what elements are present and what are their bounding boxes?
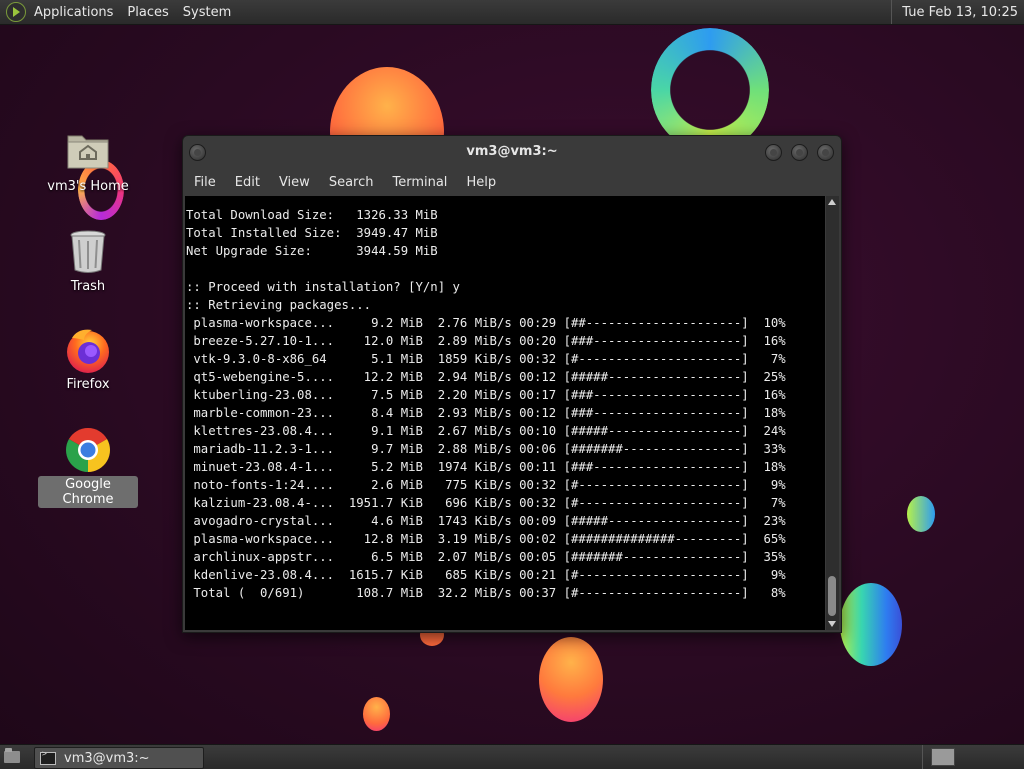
bottom-panel: vm3@vm3:~	[0, 744, 1024, 769]
clock[interactable]: Tue Feb 13, 10:25	[891, 0, 1024, 24]
top-panel: Applications Places System Tue Feb 13, 1…	[0, 0, 1024, 25]
terminal-line: ktuberling-23.08... 7.5 MiB 2.20 MiB/s 0…	[186, 388, 786, 402]
desktop-icon-home[interactable]: vm3's Home	[38, 128, 138, 195]
menu-view[interactable]: View	[279, 175, 310, 190]
wallpaper-blue-blob-large	[840, 583, 902, 666]
top-panel-menus: Applications Places System	[0, 0, 245, 24]
wallpaper-orange-blob-tiny	[363, 697, 390, 731]
terminal-icon	[40, 749, 56, 765]
close-button[interactable]	[817, 144, 834, 161]
terminal-line: :: Retrieving packages...	[186, 298, 372, 312]
trash-icon	[64, 228, 112, 276]
terminal-line: klettres-23.08.4... 9.1 MiB 2.67 MiB/s 0…	[186, 424, 786, 438]
desktop-icon-trash[interactable]: Trash	[38, 228, 138, 295]
menu-file[interactable]: File	[194, 175, 216, 190]
firefox-icon	[64, 326, 112, 374]
terminal-line: archlinux-appstr... 6.5 MiB 2.07 MiB/s 0…	[186, 550, 786, 564]
window-titlebar[interactable]: vm3@vm3:~	[183, 136, 841, 168]
menu-terminal[interactable]: Terminal	[392, 175, 447, 190]
desktop-icon-label: vm3's Home	[47, 179, 129, 194]
terminal-output[interactable]: Total Download Size: 1326.33 MiB Total In…	[185, 196, 825, 630]
terminal-line: :: Proceed with installation? [Y/n] y	[186, 280, 460, 294]
applications-menu[interactable]: Applications	[34, 5, 113, 20]
menu-help[interactable]: Help	[466, 175, 496, 190]
terminal-line: minuet-23.08.4-1... 5.2 MiB 1974 KiB/s 0…	[186, 460, 786, 474]
maximize-button[interactable]	[791, 144, 808, 161]
terminal-line: marble-common-23... 8.4 MiB 2.93 MiB/s 0…	[186, 406, 786, 420]
terminal-line: Total Download Size: 1326.33 MiB	[186, 208, 438, 222]
home-folder-icon	[64, 128, 112, 176]
scroll-down-arrow-icon[interactable]	[828, 621, 836, 627]
desktop-icon-label: Google Chrome	[38, 476, 138, 508]
minimize-button[interactable]	[765, 144, 782, 161]
terminal-line: Total Installed Size: 3949.47 MiB	[186, 226, 438, 240]
desktop-icon-label: Trash	[70, 279, 106, 294]
window-title: vm3@vm3:~	[466, 144, 558, 159]
terminal-line: kalzium-23.08.4-... 1951.7 KiB 696 KiB/s…	[186, 496, 786, 510]
terminal-line: breeze-5.27.10-1... 12.0 MiB 2.89 MiB/s …	[186, 334, 786, 348]
taskbar-item-terminal[interactable]: vm3@vm3:~	[34, 747, 204, 769]
system-menu[interactable]: System	[183, 5, 231, 20]
terminal-text: Total Download Size: 1326.33 MiB Total In…	[185, 196, 825, 602]
menu-search[interactable]: Search	[329, 175, 374, 190]
terminal-line: kdenlive-23.08.4... 1615.7 KiB 685 KiB/s…	[186, 568, 786, 582]
terminal-line: qt5-webengine-5.... 12.2 MiB 2.94 MiB/s …	[186, 370, 786, 384]
terminal-line: plasma-workspace... 9.2 MiB 2.76 MiB/s 0…	[186, 316, 786, 330]
workspace-switcher[interactable]	[922, 745, 1023, 769]
show-desktop-icon[interactable]	[4, 748, 22, 764]
wallpaper-orange-blob-bottom	[539, 637, 603, 722]
terminal-window[interactable]: vm3@vm3:~ File Edit View Search Terminal…	[182, 135, 842, 633]
terminal-line: avogadro-crystal... 4.6 MiB 1743 KiB/s 0…	[186, 514, 786, 528]
taskbar-item-label: vm3@vm3:~	[64, 750, 150, 766]
desktop-icon-firefox[interactable]: Firefox	[38, 326, 138, 393]
desktop-icon-chrome[interactable]: Google Chrome	[38, 426, 138, 508]
scrollbar-thumb[interactable]	[828, 576, 836, 616]
menu-edit[interactable]: Edit	[235, 175, 260, 190]
terminal-line: mariadb-11.2.3-1... 9.7 MiB 2.88 MiB/s 0…	[186, 442, 786, 456]
mate-logo-icon[interactable]	[6, 2, 26, 22]
chrome-icon	[64, 426, 112, 474]
terminal-menubar: File Edit View Search Terminal Help	[183, 168, 841, 196]
wallpaper-ring-top-right	[651, 28, 769, 152]
workspace-1[interactable]	[931, 748, 955, 766]
desktop-icon-label: Firefox	[66, 377, 110, 392]
terminal-scrollbar[interactable]	[826, 196, 839, 630]
terminal-line: Net Upgrade Size: 3944.59 MiB	[186, 244, 438, 258]
scroll-up-arrow-icon[interactable]	[828, 199, 836, 205]
wallpaper-blue-blob-small	[907, 496, 935, 532]
terminal-line: noto-fonts-1:24.... 2.6 MiB 775 KiB/s 00…	[186, 478, 786, 492]
terminal-line: vtk-9.3.0-8-x86_64 5.1 MiB 1859 KiB/s 00…	[186, 352, 786, 366]
places-menu[interactable]: Places	[127, 5, 168, 20]
terminal-line: Total ( 0/691) 108.7 MiB 32.2 MiB/s 00:3…	[186, 586, 786, 600]
terminal-line: plasma-workspace... 12.8 MiB 3.19 MiB/s …	[186, 532, 786, 546]
